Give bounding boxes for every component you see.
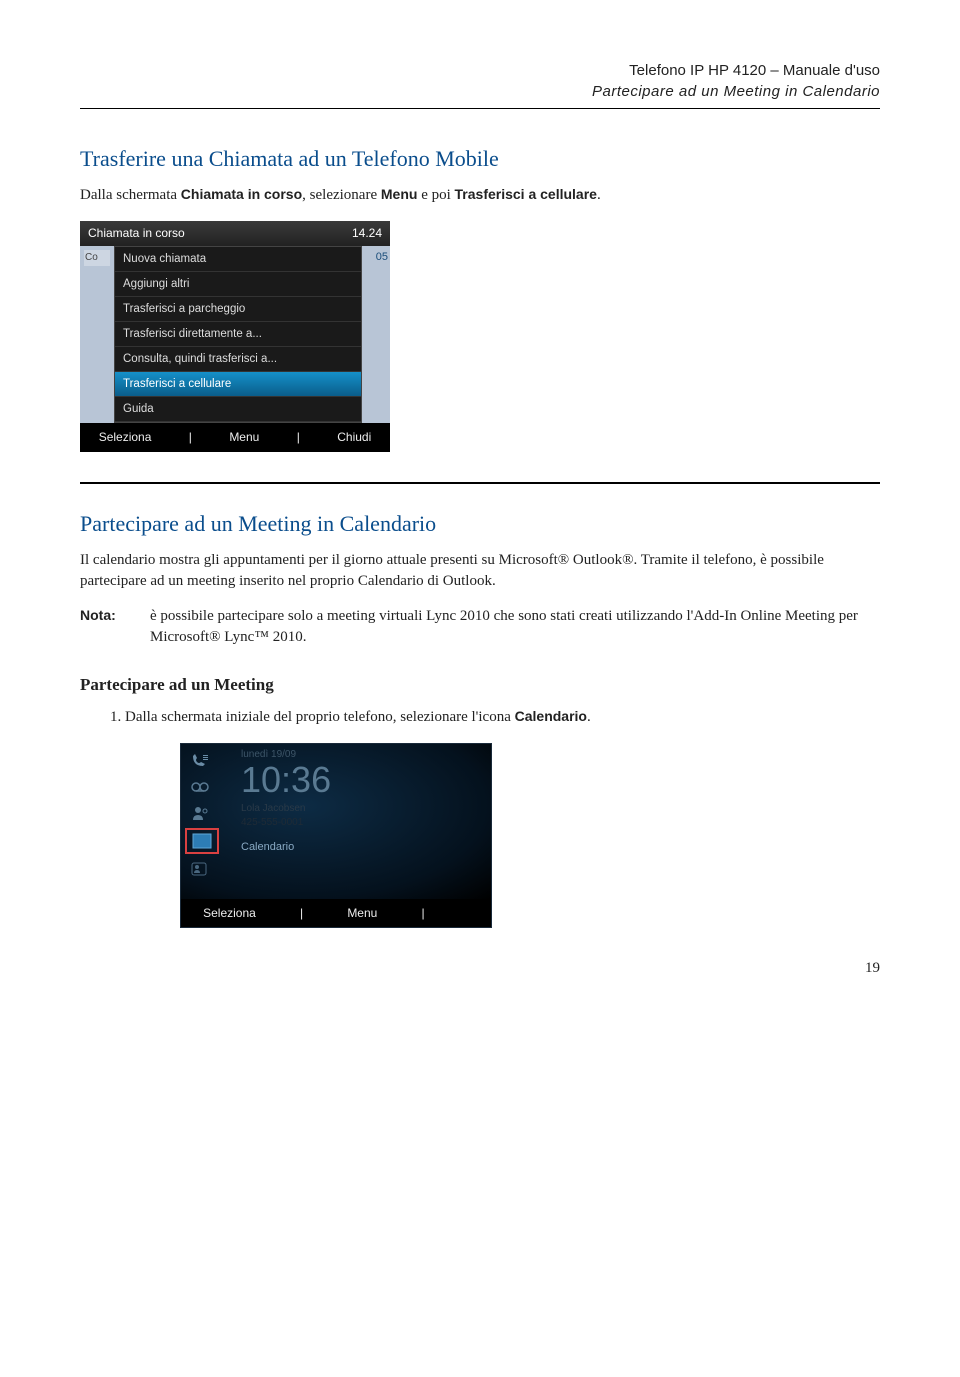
presence-icon[interactable]	[185, 858, 215, 880]
note-text: è possibile partecipare solo a meeting v…	[150, 606, 880, 648]
step-1: Dalla schermata iniziale del proprio tel…	[125, 707, 880, 728]
menu-consulta-trasferisci[interactable]: Consulta, quindi trasferisci a...	[115, 347, 361, 372]
contacts-icon[interactable]	[185, 802, 215, 824]
ph1-title: Chiamata in corso	[88, 225, 185, 242]
phone-icon[interactable]	[185, 750, 215, 772]
note-block: Nota: è possibile partecipare solo a mee…	[80, 606, 880, 648]
section2-subheading: Partecipare ad un Meeting	[80, 673, 880, 697]
ph2-name: Lola Jacobsen	[241, 802, 483, 816]
softkey-menu[interactable]: Menu	[229, 429, 259, 446]
calendar-icon[interactable]	[185, 828, 219, 854]
doc-title: Telefono IP HP 4120 – Manuale d'uso	[80, 60, 880, 81]
page-number: 19	[80, 958, 880, 979]
softkey2-menu[interactable]: Menu	[347, 905, 377, 922]
ph1-context-menu: Nuova chiamata Aggiungi altri Trasferisc…	[114, 246, 362, 424]
section-divider	[80, 482, 880, 484]
softkey2-seleziona[interactable]: Seleziona	[203, 905, 256, 922]
ph2-number: 425-555-0001	[241, 816, 483, 830]
voicemail-icon[interactable]	[185, 776, 215, 798]
softkey-chiudi[interactable]: Chiudi	[337, 429, 371, 446]
menu-guida[interactable]: Guida	[115, 397, 361, 422]
menu-trasferisci-cellulare[interactable]: Trasferisci a cellulare	[115, 372, 361, 397]
ph2-calendar-label: Calendario	[241, 840, 483, 855]
section1-heading: Trasferire una Chiamata ad un Telefono M…	[80, 144, 880, 175]
ph1-right-label: 05	[376, 251, 388, 263]
header-rule	[80, 108, 880, 109]
ph2-time: 10:36	[241, 762, 483, 798]
section1-para: Dalla schermata Chiamata in corso, selez…	[80, 185, 880, 206]
section2-heading: Partecipare ad un Meeting in Calendario	[80, 509, 880, 540]
phone-screenshot-1: Chiamata in corso 14.24 Co Nuova chiamat…	[80, 221, 390, 452]
menu-nuova-chiamata[interactable]: Nuova chiamata	[115, 247, 361, 272]
ph1-time: 14.24	[352, 225, 382, 242]
note-label: Nota:	[80, 606, 150, 648]
doc-subtitle: Partecipare ad un Meeting in Calendario	[80, 81, 880, 102]
softkey-seleziona[interactable]: Seleziona	[99, 429, 152, 446]
section2-para1: Il calendario mostra gli appuntamenti pe…	[80, 550, 880, 592]
menu-trasferisci-parcheggio[interactable]: Trasferisci a parcheggio	[115, 297, 361, 322]
menu-aggiungi-altri[interactable]: Aggiungi altri	[115, 272, 361, 297]
menu-trasferisci-direttamente[interactable]: Trasferisci direttamente a...	[115, 322, 361, 347]
phone-screenshot-2: lunedì 19/09 10:36 Lola Jacobsen 425-555…	[180, 743, 492, 929]
ph1-left-label: Co	[84, 250, 110, 266]
